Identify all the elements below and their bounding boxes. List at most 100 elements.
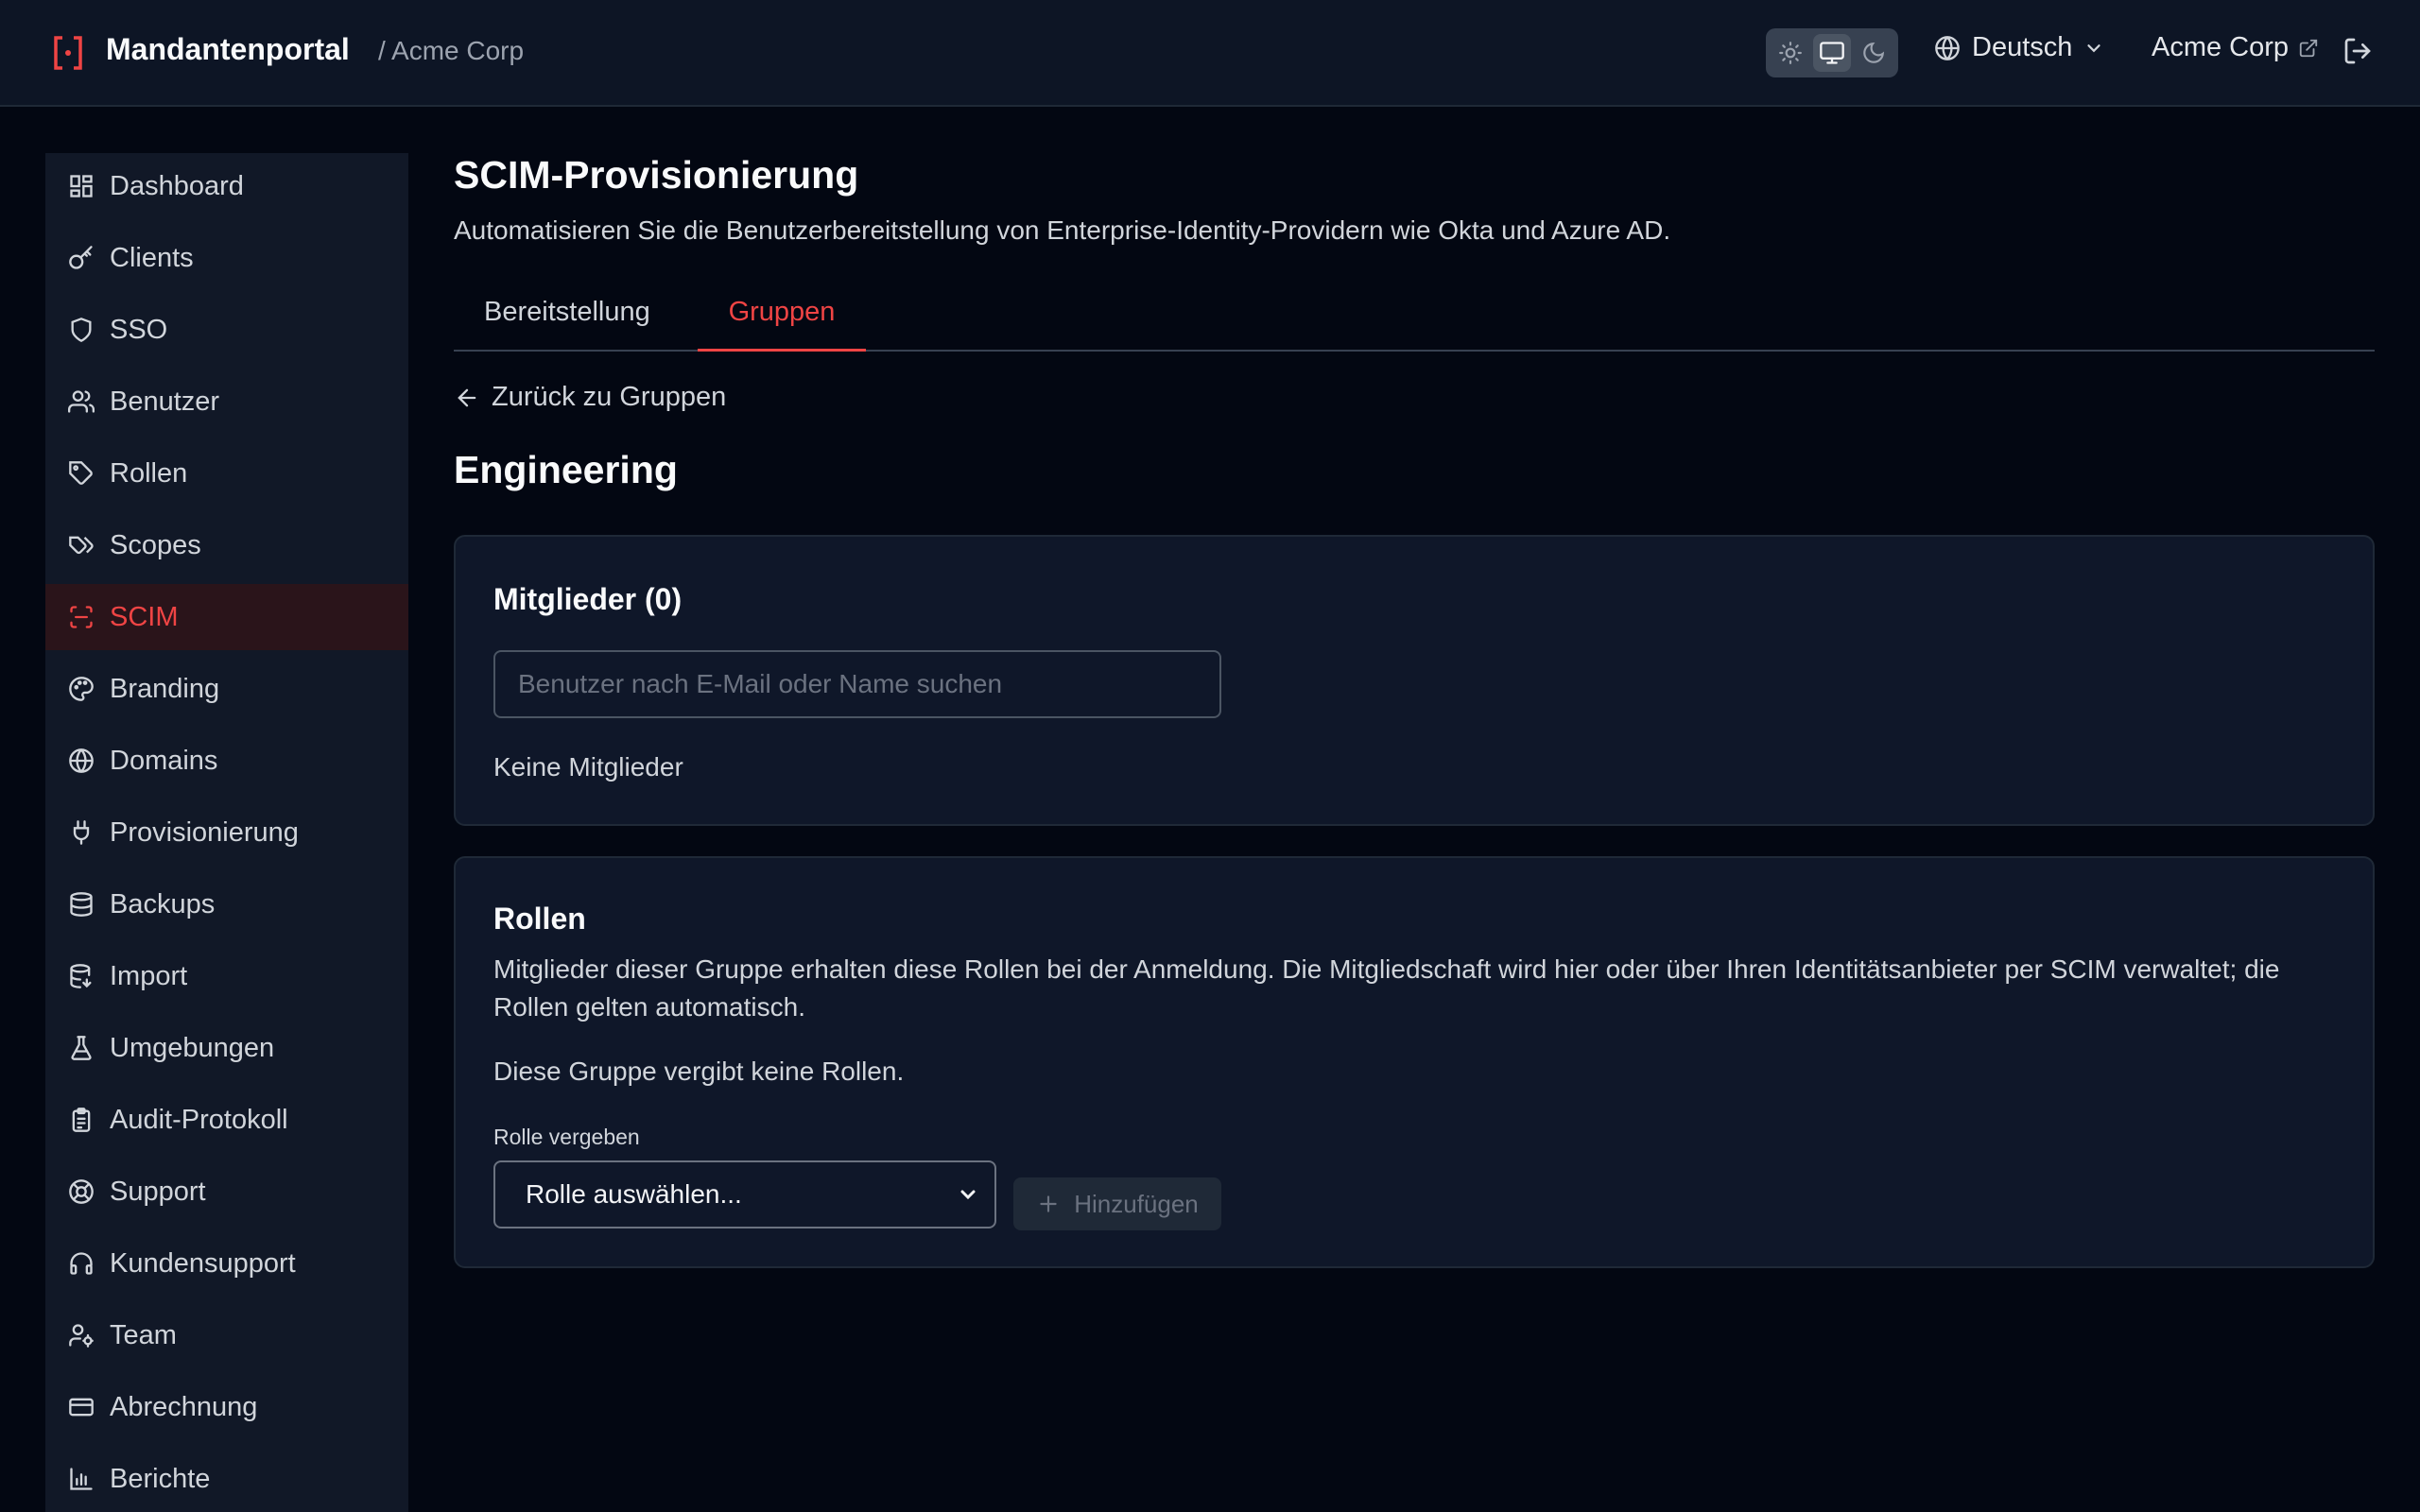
language-select[interactable]: Deutsch — [1934, 32, 2104, 63]
sidebar: Dashboard Clients SSO Benutzer Rollen Sc… — [45, 153, 408, 1512]
key-icon — [69, 246, 93, 269]
external-link-icon — [2299, 39, 2318, 57]
tenant-external-link[interactable]: Acme Corp — [2152, 32, 2319, 63]
user-cog-icon — [69, 1324, 94, 1348]
palette-icon — [69, 677, 94, 701]
moon-icon — [1863, 42, 1885, 63]
members-title: Mitglieder (0) — [493, 582, 683, 616]
sidebar-item-provisionierung[interactable]: Provisionierung — [45, 799, 408, 866]
monitor-icon — [1820, 42, 1844, 64]
sidebar-item-label: Kundensupport — [110, 1247, 296, 1279]
logout-icon — [2344, 38, 2371, 64]
roles-empty-text: Diese Gruppe vergibt keine Rollen. — [493, 1057, 905, 1086]
page-subtitle: Automatisieren Sie die Benutzerbereitste… — [454, 215, 1671, 245]
sun-icon — [1779, 42, 1802, 64]
chevron-down-icon — [960, 1190, 976, 1200]
assign-role-label: Rolle vergeben — [493, 1125, 640, 1149]
database-import-icon — [70, 964, 92, 988]
plus-icon — [1040, 1195, 1057, 1212]
top-bar: Mandantenportal / Acme Corp Deutsch Acme… — [0, 0, 2420, 107]
sidebar-item-label: Clients — [110, 242, 194, 273]
roles-card: Rollen Mitglieder dieser Gruppe erhalten… — [454, 856, 2375, 1268]
page-title: SCIM-Provisionierung — [454, 153, 859, 197]
sidebar-item-abrechnung[interactable]: Abrechnung — [45, 1374, 408, 1440]
sidebar-item-backups[interactable]: Backups — [45, 871, 408, 937]
sidebar-item-team[interactable]: Team — [45, 1302, 408, 1368]
sidebar-item-label: Support — [110, 1176, 206, 1207]
lifebuoy-icon — [69, 1179, 94, 1204]
members-card: Mitglieder (0) Keine Mitglieder — [454, 535, 2375, 826]
tags-icon — [69, 536, 94, 555]
tab-bereitstellung[interactable]: Bereitstellung — [484, 297, 650, 352]
users-icon — [68, 390, 95, 413]
sidebar-item-clients[interactable]: Clients — [45, 225, 408, 291]
sidebar-item-sso[interactable]: SSO — [45, 297, 408, 363]
clipboard-icon — [72, 1108, 91, 1132]
add-role-button[interactable]: Hinzufügen — [1013, 1177, 1221, 1230]
globe-icon — [69, 748, 94, 773]
sidebar-item-label: Backups — [110, 888, 216, 919]
sidebar-item-label: Branding — [110, 673, 220, 704]
back-label: Zurück zu Gruppen — [492, 382, 727, 412]
sidebar-item-label: Team — [110, 1319, 177, 1350]
sidebar-item-dashboard[interactable]: Dashboard — [45, 153, 408, 219]
dashboard-icon — [70, 175, 93, 198]
sidebar-item-label: Import — [110, 960, 188, 991]
role-select[interactable]: Rolle auswählen... — [493, 1160, 996, 1228]
brand-logo-icon — [51, 34, 85, 72]
chevron-down-icon — [2087, 43, 2101, 52]
sidebar-item-benutzer[interactable]: Benutzer — [45, 369, 408, 435]
theme-dark-button[interactable] — [1855, 34, 1893, 72]
roles-title: Rollen — [493, 902, 586, 936]
member-search-input[interactable] — [493, 650, 1221, 718]
logout-button[interactable] — [2342, 36, 2373, 66]
add-role-label: Hinzufügen — [1074, 1189, 1199, 1218]
sidebar-item-label: Audit-Protokoll — [110, 1104, 288, 1135]
members-empty-text: Keine Mitglieder — [493, 752, 683, 782]
globe-icon — [1935, 35, 1960, 60]
sidebar-item-label: Abrechnung — [110, 1391, 258, 1422]
theme-switcher — [1766, 28, 1898, 77]
sidebar-item-rollen[interactable]: Rollen — [45, 440, 408, 507]
breadcrumb-tenant: / Acme Corp — [378, 36, 525, 65]
sidebar-item-label: Dashboard — [110, 170, 244, 201]
language-label: Deutsch — [1972, 32, 2073, 62]
sidebar-item-domains[interactable]: Domains — [45, 728, 408, 794]
sidebar-item-import[interactable]: Import — [45, 943, 408, 1009]
sidebar-item-audit-protokoll[interactable]: Audit-Protokoll — [45, 1087, 408, 1153]
back-to-groups-link[interactable]: Zurück zu Gruppen — [454, 382, 726, 413]
sidebar-item-label: Benutzer — [110, 386, 220, 417]
bar-chart-icon — [70, 1468, 93, 1490]
headset-icon — [70, 1252, 93, 1275]
sidebar-item-label: Berichte — [110, 1463, 211, 1494]
sidebar-item-label: Provisionierung — [110, 816, 299, 848]
tenant-link-label: Acme Corp — [2152, 32, 2290, 62]
roles-description: Mitglieder dieser Gruppe erhalten diese … — [493, 954, 2280, 1022]
sidebar-item-scopes[interactable]: Scopes — [45, 512, 408, 578]
tab-bar: Bereitstellung Gruppen — [454, 284, 2375, 352]
sidebar-item-branding[interactable]: Branding — [45, 656, 408, 722]
role-select-value: Rolle auswählen... — [526, 1179, 742, 1209]
shield-icon — [71, 318, 92, 342]
theme-light-button[interactable] — [1772, 34, 1809, 72]
database-icon — [70, 892, 93, 917]
brand-name[interactable]: Mandantenportal — [106, 32, 350, 67]
sidebar-item-label: Rollen — [110, 457, 188, 489]
sidebar-item-label: Scopes — [110, 529, 201, 560]
sidebar-item-kundensupport[interactable]: Kundensupport — [45, 1230, 408, 1297]
tag-icon — [69, 461, 93, 485]
sidebar-item-scim[interactable]: SCIM — [45, 584, 408, 650]
arrow-left-icon — [458, 388, 476, 406]
plug-icon — [73, 820, 90, 845]
sidebar-item-label: Domains — [110, 745, 218, 776]
sidebar-item-label: SSO — [110, 314, 168, 345]
sidebar-item-berichte[interactable]: Berichte — [45, 1446, 408, 1512]
sidebar-item-label: Umgebungen — [110, 1032, 275, 1063]
credit-card-icon — [69, 1398, 94, 1417]
sidebar-item-label: SCIM — [110, 601, 179, 632]
sidebar-item-umgebungen[interactable]: Umgebungen — [45, 1015, 408, 1081]
scan-icon — [70, 606, 93, 628]
sidebar-item-support[interactable]: Support — [45, 1159, 408, 1225]
tab-gruppen[interactable]: Gruppen — [698, 297, 866, 352]
theme-system-button[interactable] — [1813, 34, 1851, 72]
